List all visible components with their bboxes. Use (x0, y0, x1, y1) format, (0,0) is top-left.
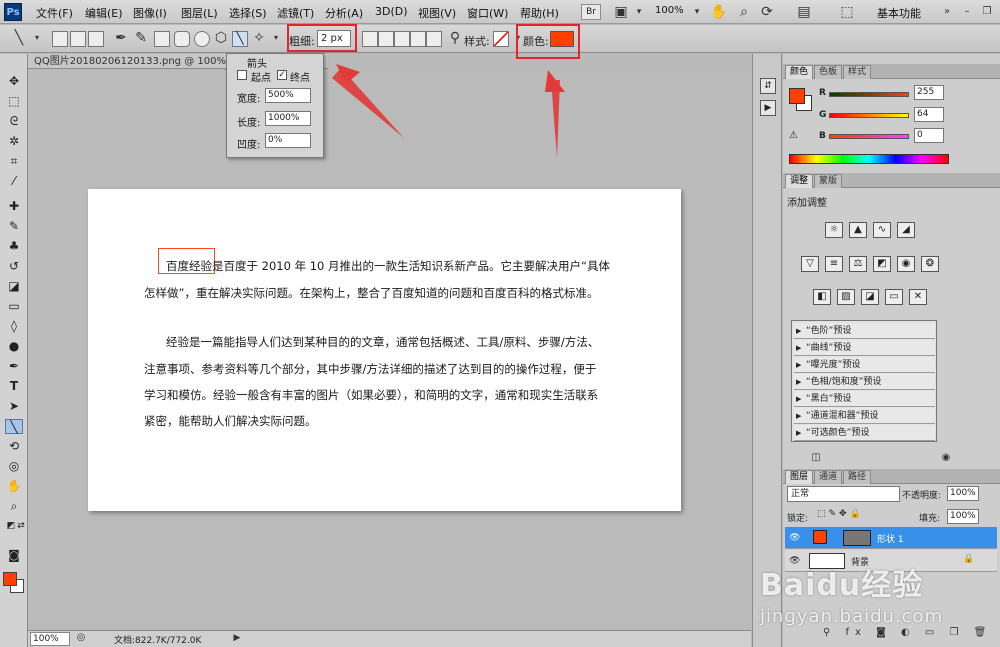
color-balance-icon[interactable]: ⚖ (849, 256, 867, 272)
baidu-watermark: Baidu经验 jingyan.baidu.com (760, 560, 1000, 630)
arrow-head-color (545, 70, 565, 92)
invert-icon[interactable]: ◧ (813, 289, 831, 305)
r-input[interactable]: 255 (914, 85, 944, 100)
channel-mixer-icon[interactable]: ❂ (921, 256, 939, 272)
r-slider[interactable] (829, 92, 909, 97)
b-label: B (819, 131, 826, 141)
b-input[interactable]: 0 (914, 128, 944, 143)
document-size: 文档:822.7K/772.0K (114, 636, 202, 646)
levels-icon[interactable]: ▲ (849, 222, 867, 238)
tab-layers[interactable]: 图层 (785, 470, 814, 484)
watermark-brand: Baidu经验 (760, 568, 924, 603)
gamut-warning-icon[interactable]: ⚠ (789, 130, 798, 141)
preset-selective-color[interactable]: “可选颜色”预设 (794, 425, 935, 441)
add-adjustment-heading: 添加调整 (787, 198, 827, 209)
tab-styles[interactable]: 样式 (843, 65, 872, 79)
end-label: 终点 (290, 73, 310, 84)
concavity-input[interactable]: 0% (265, 133, 311, 148)
start-checkbox[interactable] (237, 70, 247, 80)
posterize-icon[interactable]: ▨ (837, 289, 855, 305)
preset-channel-mixer[interactable]: “通道混和器”预设 (794, 408, 935, 424)
adjustment-presets-list: “色阶”预设 “曲线”预设 “曝光度”预设 “色相/饱和度”预设 “黑白”预设 … (791, 320, 937, 442)
black-white-icon[interactable]: ◩ (873, 256, 891, 272)
blend-mode-select[interactable]: 正常 (787, 486, 900, 502)
layer-name[interactable]: 形状 1 (877, 532, 904, 545)
preset-hue-saturation[interactable]: “色相/饱和度”预设 (794, 374, 935, 390)
tab-channels[interactable]: 通道 (814, 470, 843, 484)
status-bar: 100% ◎ 文档:822.7K/772.0K ▶ (28, 630, 751, 647)
layer-visibility-eye-icon[interactable]: 👁 (789, 533, 800, 543)
gradient-map-icon[interactable]: ▭ (885, 289, 903, 305)
tab-color[interactable]: 颜色 (785, 65, 814, 79)
tab-adjustments[interactable]: 调整 (785, 174, 814, 188)
foreground-color-swatch[interactable] (3, 572, 17, 586)
arrow-to-weight (332, 68, 404, 138)
b-slider[interactable] (829, 134, 909, 139)
width-label: 宽度: (237, 94, 261, 105)
tab-masks[interactable]: 蒙版 (814, 174, 843, 188)
fill-input[interactable]: 100% (947, 509, 979, 524)
history-panel-icon[interactable]: ⇵ (760, 78, 776, 94)
adjust-panel-footer-icon[interactable]: ◫ (807, 449, 825, 467)
concavity-label: 凹度: (237, 140, 261, 151)
curves-icon[interactable]: ∿ (873, 222, 891, 238)
arrowheads-title: 箭头 (247, 59, 267, 70)
photo-filter-icon[interactable]: ◉ (897, 256, 915, 272)
threshold-icon[interactable]: ◪ (861, 289, 879, 305)
layer-mask-thumbnail[interactable] (843, 530, 871, 546)
start-label: 起点 (251, 73, 271, 84)
tab-swatches[interactable]: 色板 (814, 65, 843, 79)
lock-icons[interactable]: ⬚✎✥🔒 (817, 509, 864, 519)
selective-color-icon[interactable]: ✕ (909, 289, 927, 305)
actions-panel-icon[interactable]: ▶ (760, 100, 776, 116)
length-input[interactable]: 1000% (265, 111, 311, 126)
hue-saturation-icon[interactable]: ≡ (825, 256, 843, 272)
tab-paths[interactable]: 路径 (843, 470, 872, 484)
watermark-url: jingyan.baidu.com (760, 606, 944, 627)
g-slider[interactable] (829, 113, 909, 118)
preset-levels[interactable]: “色阶”预设 (794, 323, 935, 339)
status-menu-arrow-icon[interactable]: ▶ (228, 629, 246, 647)
vibrance-icon[interactable]: ▽ (801, 256, 819, 272)
end-checkbox[interactable]: ✓ (277, 70, 287, 80)
exposure-icon[interactable]: ◢ (897, 222, 915, 238)
opacity-label: 不透明度: (902, 491, 942, 501)
color-spectrum-bar[interactable] (789, 154, 949, 164)
status-zoom-input[interactable]: 100% (30, 632, 70, 646)
adjust-panel-options-icon[interactable]: ◉ (937, 449, 955, 467)
g-input[interactable]: 64 (914, 107, 944, 122)
fill-label: 填充: (919, 514, 941, 524)
color-panel-tabs: 颜色 色板 样式 (783, 64, 1000, 79)
panel-dock-strip: ⇵ ▶ (752, 54, 782, 647)
adjust-panel-tabs: 调整 蒙版 (783, 173, 1000, 188)
layer-row-shape1[interactable]: 👁 形状 1 (785, 527, 997, 549)
g-label: G (819, 110, 827, 120)
opacity-input[interactable]: 100% (947, 486, 979, 501)
preset-black-white[interactable]: “黑白”预设 (794, 391, 935, 407)
r-label: R (819, 88, 826, 98)
preset-exposure[interactable]: “曝光度”预设 (794, 357, 935, 373)
color-panel-foreground[interactable] (789, 88, 805, 104)
layers-panel-tabs: 图层 通道 路径 (783, 469, 1000, 484)
layer-fill-thumbnail[interactable] (813, 530, 827, 544)
lock-label: 锁定: (787, 514, 809, 524)
length-label: 长度: (237, 118, 261, 129)
arrowheads-panel: 箭头 起点 ✓ 终点 宽度: 500% 长度: 1000% 凹度: 0% (226, 53, 324, 158)
right-panels: 颜色 色板 样式 R 255 G 64 ⚠ B 0 调整 蒙版 添加调整 ☼ ▲… (783, 54, 1000, 647)
width-input[interactable]: 500% (265, 88, 311, 103)
brightness-contrast-icon[interactable]: ☼ (825, 222, 843, 238)
preset-curves[interactable]: “曲线”预设 (794, 340, 935, 356)
status-info-icon[interactable]: ◎ (72, 629, 90, 647)
